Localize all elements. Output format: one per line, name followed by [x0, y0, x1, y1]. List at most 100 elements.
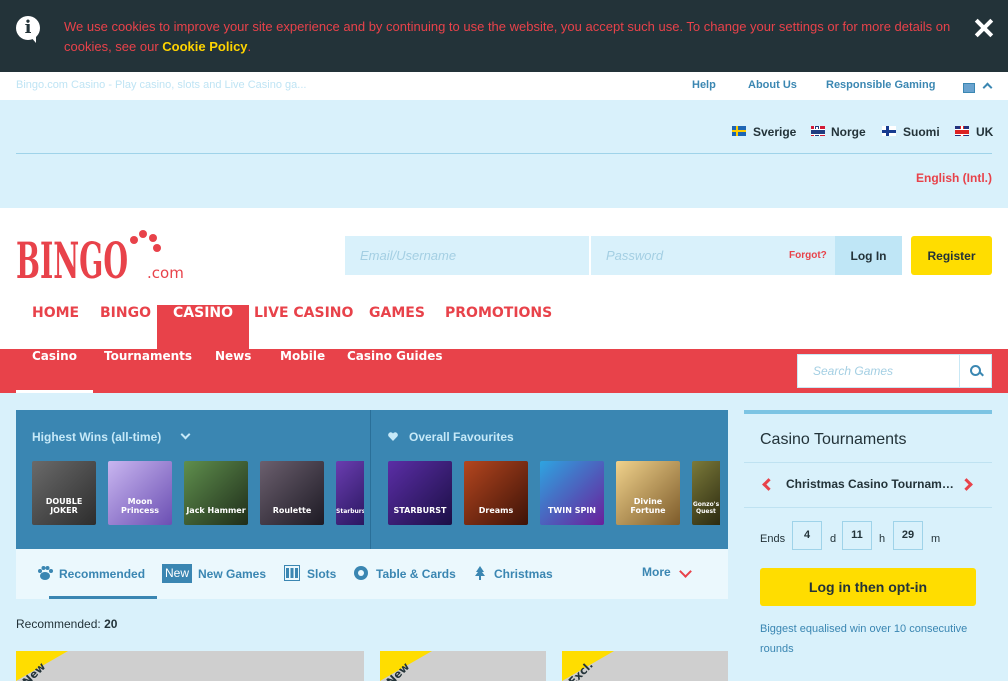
overall-favourites-title: Overall Favourites [409, 430, 514, 444]
game-title: TWIN SPIN [547, 506, 597, 515]
chevron-down-icon[interactable] [679, 565, 692, 578]
chevron-down-icon[interactable] [180, 429, 191, 440]
tab-christmas[interactable]: Christmas [475, 549, 553, 599]
nav-casino[interactable]: CASINO [157, 305, 250, 349]
lang-suomi[interactable]: Suomi [903, 125, 940, 139]
forgot-password-link[interactable]: Forgot? [789, 250, 827, 261]
finland-flag-icon [882, 126, 896, 136]
divider [744, 462, 992, 463]
christmas-tree-icon [475, 566, 485, 580]
heart-icon [388, 432, 398, 441]
email-field[interactable] [345, 236, 589, 275]
chip-icon [354, 566, 368, 580]
cookie-banner: We use cookies to improve your site expe… [0, 0, 1008, 72]
sweden-flag-icon [732, 126, 746, 136]
game-thumbnail[interactable]: STARBURST [388, 461, 452, 525]
paw-icon [38, 566, 53, 580]
uk-flag-icon [955, 126, 969, 136]
lang-sverige[interactable]: Sverige [753, 125, 796, 139]
game-card[interactable]: New [16, 651, 364, 681]
language-panel: Sverige Norge Suomi UK English (Intl.) [0, 100, 1008, 208]
tab-label: New Games [198, 567, 267, 581]
tournament-description: Biggest equalised win over 10 consecutiv… [760, 623, 968, 655]
info-icon [16, 16, 40, 43]
about-us-link[interactable]: About Us [748, 79, 797, 91]
chevron-right-icon[interactable] [960, 478, 973, 491]
hours-value: 11 [842, 521, 872, 550]
log-in-button[interactable]: Log In [835, 236, 902, 275]
subnav-casino-guides[interactable]: Casino Guides [347, 349, 443, 393]
game-thumbnail[interactable]: Jack Hammer [184, 461, 248, 525]
search-input[interactable] [798, 355, 959, 387]
nav-promotions[interactable]: PROMOTIONS [429, 305, 568, 349]
country-row: Sverige Norge Suomi UK [16, 100, 993, 154]
tab-recommended[interactable]: Recommended [38, 549, 158, 599]
subnav-casino[interactable]: Casino [16, 349, 93, 393]
game-title: Jack Hammer [186, 506, 246, 515]
help-link[interactable]: Help [692, 79, 716, 91]
opt-in-button[interactable]: Log in then opt-in [760, 568, 976, 606]
tab-label: Recommended [59, 567, 146, 581]
game-title: Gonzo's Quest [692, 501, 720, 515]
game-title: DOUBLE JOKER [45, 497, 83, 515]
highest-wins-title[interactable]: Highest Wins (all-time) [32, 430, 161, 444]
game-thumbnail[interactable]: Moon Princess [108, 461, 172, 525]
days-unit: d [830, 533, 837, 545]
nav-live-casino[interactable]: LIVE CASINO [238, 305, 369, 349]
game-card[interactable]: Excl. [562, 651, 728, 681]
cookie-policy-link[interactable]: Cookie Policy [162, 39, 247, 54]
recommended-count: Recommended: 20 [16, 617, 117, 631]
game-thumbnail[interactable]: Roulette [260, 461, 324, 525]
game-title: Divine Fortune [630, 497, 666, 515]
chevron-up-icon[interactable] [982, 82, 993, 93]
tab-label: Slots [307, 567, 337, 581]
main-nav: HOME BINGO CASINO LIVE CASINO GAMES PROM… [0, 305, 1008, 349]
minutes-value: 29 [893, 521, 923, 550]
lang-norge[interactable]: Norge [831, 125, 866, 139]
game-thumbnail[interactable]: Gonzo's Quest [692, 461, 720, 525]
minutes-unit: m [931, 533, 941, 545]
game-title: Moon Princess [121, 497, 159, 515]
lang-english-intl[interactable]: English (Intl.) [916, 171, 992, 185]
sub-nav: Casino Tournaments News Mobile Casino Gu… [0, 349, 1008, 393]
bingo-logo[interactable]: BINGO .com [16, 226, 186, 290]
cookie-message-period: . [247, 39, 252, 54]
tournament-panel: Casino Tournaments Christmas Casino Tour… [744, 410, 992, 681]
register-button[interactable]: Register [911, 236, 992, 275]
responsible-gaming-link[interactable]: Responsible Gaming [826, 79, 935, 91]
divider [744, 507, 992, 508]
cookie-message: We use cookies to improve your site expe… [64, 17, 964, 57]
game-card[interactable]: New [380, 651, 546, 681]
category-tabs: Recommended New New Games Slots Table & … [16, 549, 728, 599]
nav-bingo[interactable]: BINGO [84, 305, 167, 349]
password-field[interactable] [591, 236, 781, 275]
game-thumbnail[interactable]: Divine Fortune [616, 461, 680, 525]
top-utility-bar: Bingo.com Casino - Play casino, slots an… [0, 72, 1008, 100]
search-icon[interactable] [959, 355, 991, 387]
globe-icon[interactable] [963, 83, 975, 93]
tournament-panel-title: Casino Tournaments [760, 431, 907, 448]
game-thumbnail[interactable]: Starburst [336, 461, 364, 525]
recommended-count-value: 20 [104, 617, 118, 631]
lang-uk[interactable]: UK [976, 125, 993, 139]
chevron-left-icon[interactable] [762, 478, 775, 491]
login-form: Forgot? Log In [345, 236, 902, 275]
new-badge: New [162, 564, 192, 583]
subnav-tournaments[interactable]: Tournaments [104, 349, 192, 393]
subnav-mobile[interactable]: Mobile [280, 349, 325, 393]
nav-games[interactable]: GAMES [353, 305, 441, 349]
more-dropdown[interactable]: More [642, 549, 671, 599]
tab-new-games[interactable]: New Games [198, 549, 266, 599]
game-search [797, 354, 992, 388]
game-thumbnail[interactable]: Dreams [464, 461, 528, 525]
close-icon[interactable] [972, 16, 996, 40]
game-thumbnail[interactable]: DOUBLE JOKER [32, 461, 96, 525]
game-title: Roulette [272, 506, 312, 515]
game-title: STARBURST [393, 506, 447, 515]
tournament-name: Christmas Casino Tournament [786, 477, 954, 491]
game-thumbnail[interactable]: TWIN SPIN [540, 461, 604, 525]
tab-table-cards[interactable]: Table & Cards [354, 549, 456, 599]
subnav-news[interactable]: News [215, 349, 251, 393]
tab-slots[interactable]: Slots [284, 549, 337, 599]
logo-suffix: .com [147, 264, 184, 282]
